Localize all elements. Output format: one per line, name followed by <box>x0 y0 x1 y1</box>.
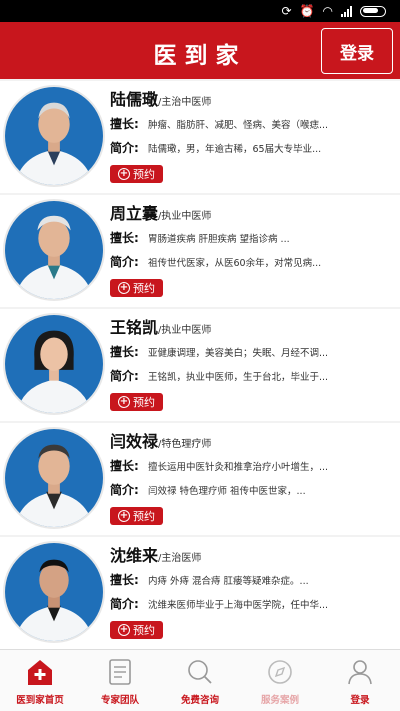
plus-icon: + <box>118 282 130 294</box>
book-button[interactable]: + 预约 <box>110 165 163 183</box>
doctor-card[interactable]: 闫效禄/特色理疗师 擅长: 擅长运用中医针灸和推拿治疗小叶增生，... 简介: 闫效… <box>0 423 400 535</box>
intro-label: 简介: <box>110 369 139 383</box>
specialty-text: 亚健康调理，美容美白；失眠、月经不调... <box>148 348 329 359</box>
intro-label: 简介: <box>110 141 139 155</box>
login-button[interactable]: 登录 <box>321 28 393 74</box>
intro-text: 陆儒璥，男，年逾古稀，65届大专毕业... <box>148 144 322 155</box>
alarm-icon: ⏰ <box>299 4 315 18</box>
tab-label: 服务案例 <box>260 695 299 706</box>
plus-icon: + <box>118 396 130 408</box>
specialty-text: 内痔 外痔 混合痔 肛瘘等疑难杂症。... <box>148 576 309 587</box>
book-button[interactable]: + 预约 <box>110 279 163 297</box>
doctor-title: /执业中医师 <box>158 325 212 336</box>
doctor-title: /特色理疗师 <box>158 439 212 450</box>
tab-cases[interactable]: 服务案例 <box>240 650 320 711</box>
intro-label: 简介: <box>110 483 139 497</box>
doctor-name: 闫效禄/特色理疗师 <box>110 432 212 451</box>
intro-text: 王铭凯，执业中医师，生于台北，毕业于... <box>148 372 329 383</box>
battery-icon <box>360 5 386 17</box>
tab-label: 医到家首页 <box>16 695 64 706</box>
sync-icon: ⟳ <box>281 4 292 18</box>
search-icon <box>186 658 214 686</box>
tab-home[interactable]: 医到家首页 <box>0 650 80 711</box>
intro-text: 闫效禄 特色理疗师 祖传中医世家，... <box>148 486 306 497</box>
tab-login[interactable]: 登录 <box>320 650 400 711</box>
intro-label: 简介: <box>110 597 139 611</box>
doctor-title: /主治医师 <box>158 553 202 564</box>
specialty-label: 擅长: <box>110 345 139 359</box>
plus-icon: + <box>118 168 130 180</box>
tab-experts[interactable]: 专家团队 <box>80 650 160 711</box>
wifi-icon: ◠ <box>322 4 333 18</box>
specialty-text: 胃肠道疾病 肝胆疾病 望指诊病 ... <box>148 234 290 245</box>
intro-label: 简介: <box>110 255 139 269</box>
book-button[interactable]: + 预约 <box>110 393 163 411</box>
doctor-card[interactable]: 周立囊/执业中医师 擅长: 胃肠道疾病 肝胆疾病 望指诊病 ... 简介: 祖传世代… <box>0 195 400 307</box>
tab-label: 专家团队 <box>100 695 139 706</box>
specialty-label: 擅长: <box>110 459 139 473</box>
doctor-title: /执业中医师 <box>158 211 212 222</box>
home-icon <box>26 658 54 686</box>
doctor-name: 王铭凯/执业中医师 <box>110 318 212 337</box>
specialty-text: 擅长运用中医针灸和推拿治疗小叶增生，... <box>148 462 329 473</box>
tab-label: 登录 <box>350 695 370 706</box>
doctor-name: 周立囊/执业中医师 <box>110 204 212 223</box>
doctor-list[interactable]: 陆儒璥/主治中医师 擅长: 肿瘤、脂肪肝、减肥、怪病、美容（喉痣... 简介: 陆儒… <box>0 79 400 649</box>
specialty-label: 擅长: <box>110 573 139 587</box>
doctor-avatar <box>3 427 105 529</box>
doctor-name: 沈维来/主治医师 <box>110 546 202 565</box>
doctor-title: /主治中医师 <box>158 97 212 108</box>
book-button[interactable]: + 预约 <box>110 507 163 525</box>
intro-text: 祖传世代医家，从医60余年，对常见病... <box>148 258 322 269</box>
specialty-label: 擅长: <box>110 231 139 245</box>
intro-text: 沈维来医师毕业于上海中医学院，任中华... <box>148 600 329 611</box>
doctor-card[interactable]: 沈维来/主治医师 擅长: 内痔 外痔 混合痔 肛瘘等疑难杂症。... 简介: 沈维来… <box>0 537 400 649</box>
user-icon <box>346 658 374 686</box>
tab-consult[interactable]: 免费咨询 <box>160 650 240 711</box>
doctor-avatar <box>3 541 105 643</box>
doctor-avatar <box>3 313 105 415</box>
doctor-avatar <box>3 85 105 187</box>
specialty-text: 肿瘤、脂肪肝、减肥、怪病、美容（喉痣... <box>148 120 329 131</box>
compass-icon <box>266 658 294 686</box>
specialty-label: 擅长: <box>110 117 139 131</box>
plus-icon: + <box>118 624 130 636</box>
bottom-tab-bar: 医到家首页 专家团队 免费咨询 服务案例 登录 <box>0 649 400 711</box>
document-icon <box>106 658 134 686</box>
doctor-card[interactable]: 陆儒璥/主治中医师 擅长: 肿瘤、脂肪肝、减肥、怪病、美容（喉痣... 简介: 陆儒… <box>0 81 400 193</box>
book-button[interactable]: + 预约 <box>110 621 163 639</box>
tab-label: 免费咨询 <box>180 695 219 706</box>
doctor-avatar <box>3 199 105 301</box>
plus-icon: + <box>118 510 130 522</box>
app-header: 医到家 登录 <box>0 22 400 79</box>
signal-icon <box>341 5 352 17</box>
status-bar: ⟳ ⏰ ◠ <box>0 0 400 22</box>
doctor-card[interactable]: 王铭凯/执业中医师 擅长: 亚健康调理，美容美白；失眠、月经不调... 简介: 王铭… <box>0 309 400 421</box>
doctor-name: 陆儒璥/主治中医师 <box>110 90 212 109</box>
